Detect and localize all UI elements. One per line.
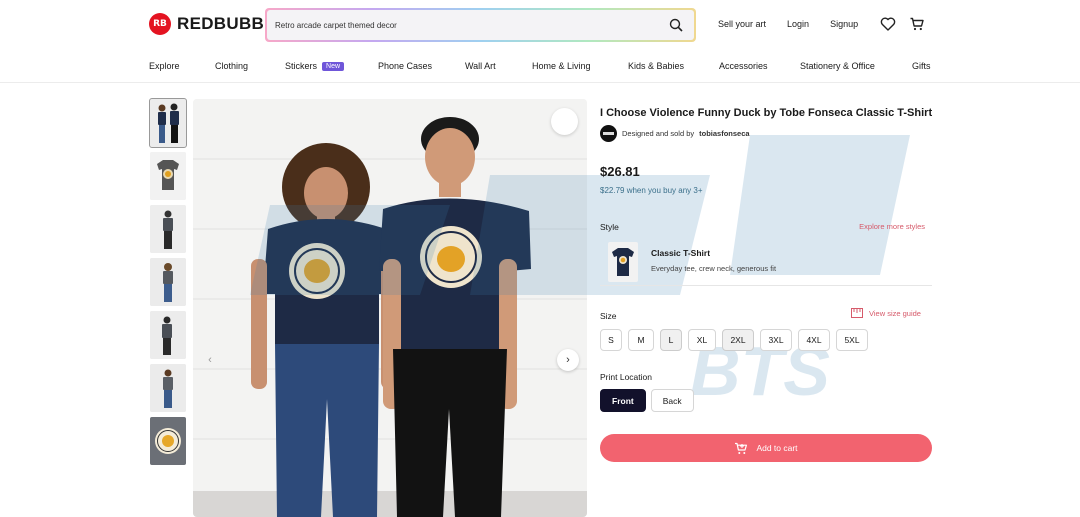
size-guide-label: View size guide [869,308,921,318]
size-4xl[interactable]: 4XL [798,329,830,351]
seller-avatar[interactable] [600,125,617,142]
search-icon[interactable] [666,15,686,35]
nav-stickers[interactable]: Stickers New [285,61,345,71]
category-nav: Explore Clothing Stickers New Phone Cases… [0,50,1080,83]
cart-plus-icon [735,442,748,454]
size-label: Size [600,311,617,321]
nav-stickers-label: Stickers [285,61,318,71]
bulk-price: $22.79 when you buy any 3+ [600,186,703,195]
search-input[interactable] [275,20,666,30]
style-label: Style [600,222,619,232]
nav-stationery-office[interactable]: Stationery & Office [800,61,875,71]
sell-your-art-link[interactable]: Sell your art [718,19,766,29]
seller-prefix: Designed and sold by [622,129,695,138]
size-5xl[interactable]: 5XL [836,329,868,351]
size-3xl[interactable]: 3XL [760,329,792,351]
prev-image-arrow[interactable]: ‹ [199,349,221,371]
nav-kids-babies[interactable]: Kids & Babies [628,61,684,71]
header-links: Sell your art Login Signup [718,19,879,29]
signup-link[interactable]: Signup [830,19,858,29]
seller-info: Designed and sold by tobiasfonseca [600,125,750,142]
thumbnail-model-front[interactable] [150,205,186,253]
add-to-cart-button[interactable]: Add to cart [600,434,932,462]
thumbnail-model-back[interactable] [150,364,186,412]
print-front-button[interactable]: Front [600,389,646,412]
logo-mark: RB [149,13,171,35]
size-xl[interactable]: XL [688,329,716,351]
print-back-button[interactable]: Back [650,389,694,412]
ruler-icon [851,308,863,318]
heart-icon[interactable] [880,16,896,32]
new-badge: New [322,62,345,71]
print-location-options: Front Back [600,389,694,412]
nav-accessories[interactable]: Accessories [719,61,768,71]
nav-home-living[interactable]: Home & Living [532,61,591,71]
style-thumbnail [608,242,638,282]
style-name: Classic T-Shirt [651,248,711,258]
size-l[interactable]: L [660,329,682,351]
product-title: I Choose Violence Funny Duck by Tobe Fon… [600,107,933,119]
login-link[interactable]: Login [787,19,809,29]
site-header: RB REDBUBBLE Sell your art Login Signup [0,0,1080,50]
thumbnail-model-woman[interactable] [150,258,186,306]
seller-name-link[interactable]: tobiasfonseca [699,129,749,138]
nav-gifts[interactable]: Gifts [912,61,931,71]
product-main-image[interactable]: ‹ › [193,99,587,517]
nav-wall-art[interactable]: Wall Art [465,61,496,71]
size-2xl[interactable]: 2XL [722,329,754,351]
size-s[interactable]: S [600,329,622,351]
thumbnail-shirt[interactable] [150,152,186,200]
thumbnail-design[interactable] [150,417,186,465]
explore-more-styles-link[interactable]: Explore more styles [859,222,925,231]
nav-phone-cases[interactable]: Phone Cases [378,61,432,71]
price: $26.81 [600,164,640,179]
thumbnail-model-side[interactable] [150,311,186,359]
favorite-button[interactable] [551,108,578,135]
thumbnail-couple[interactable] [149,98,187,148]
add-to-cart-label: Add to cart [756,443,798,453]
size-m[interactable]: M [628,329,654,351]
size-guide-link[interactable]: View size guide [851,308,921,318]
style-option[interactable]: Classic T-Shirt Everyday tee, crew neck,… [600,236,932,286]
print-location-label: Print Location [600,372,652,382]
search-bar [265,8,696,42]
nav-explore[interactable]: Explore [149,61,180,71]
nav-clothing[interactable]: Clothing [215,61,248,71]
next-image-arrow[interactable]: › [557,349,579,371]
style-description: Everyday tee, crew neck, generous fit [651,264,777,273]
cart-icon[interactable] [909,16,925,32]
size-options: S M L XL 2XL 3XL 4XL 5XL [600,329,868,351]
